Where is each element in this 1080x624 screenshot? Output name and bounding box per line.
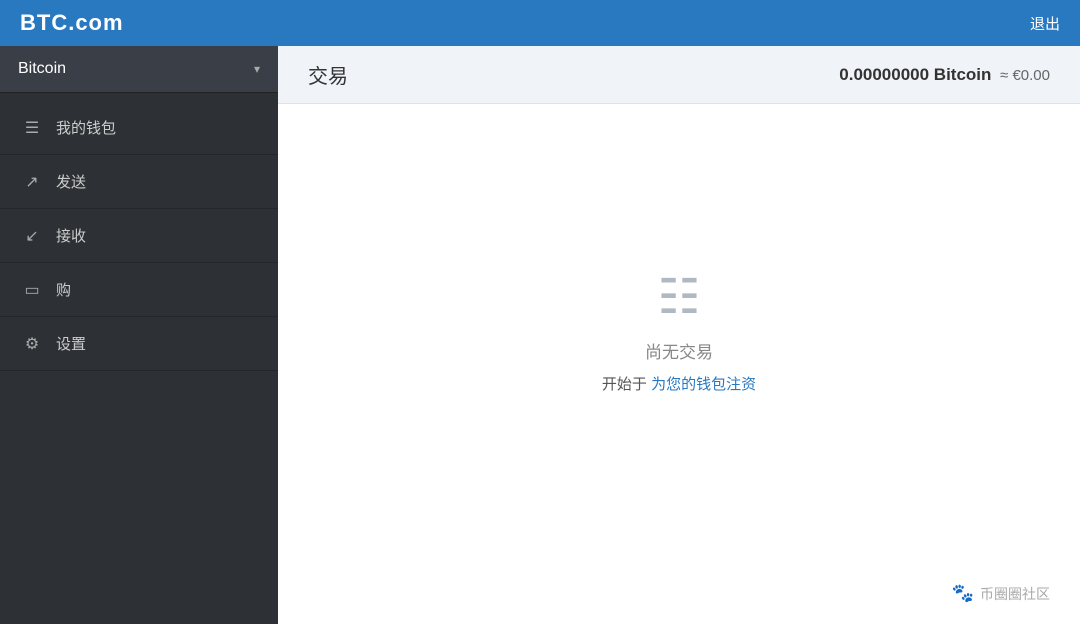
balance-btc: 0.00000000 Bitcoin (839, 65, 991, 84)
watermark: 🐾 币圈圈社区 (952, 583, 1050, 604)
wallet-icon: ☰ (22, 118, 42, 138)
sidebar-item-buy[interactable]: ▭ 购 (0, 263, 278, 317)
empty-message: 尚无交易 (645, 338, 713, 363)
sidebar-item-label: 购 (56, 279, 71, 300)
action-prefix: 开始于 (602, 376, 651, 393)
sidebar-item-label: 设置 (56, 333, 86, 354)
buy-icon: ▭ (22, 280, 42, 300)
sidebar: Bitcoin ▾ ☰ 我的钱包 ↗ 发送 ↙ 接收 ▭ 购 ⚙ (0, 46, 278, 624)
sidebar-item-label: 我的钱包 (56, 117, 116, 138)
sidebar-item-settings[interactable]: ⚙ 设置 (0, 317, 278, 371)
receive-icon: ↙ (22, 226, 42, 246)
watermark-icon: 🐾 (952, 583, 974, 604)
logo: BTC.com (20, 10, 124, 36)
content-area: 交易 0.00000000 Bitcoin ≈ €0.00 ☷ 尚无交易 开始于… (278, 46, 1080, 624)
sidebar-item-label: 发送 (56, 171, 86, 192)
sidebar-item-wallet[interactable]: ☰ 我的钱包 (0, 101, 278, 155)
balance-fiat: €0.00 (1012, 67, 1050, 84)
logout-button[interactable]: 退出 (1030, 13, 1060, 34)
empty-action-text: 开始于 为您的钱包注资 (602, 373, 756, 394)
currency-selector[interactable]: Bitcoin ▾ (0, 46, 278, 93)
balance-display: 0.00000000 Bitcoin ≈ €0.00 (839, 65, 1050, 85)
content-body: ☷ 尚无交易 开始于 为您的钱包注资 (278, 104, 1080, 624)
sidebar-item-send[interactable]: ↗ 发送 (0, 155, 278, 209)
page-title: 交易 (308, 60, 348, 89)
sidebar-nav: ☰ 我的钱包 ↗ 发送 ↙ 接收 ▭ 购 ⚙ 设置 (0, 101, 278, 371)
send-icon: ↗ (22, 172, 42, 192)
currency-label: Bitcoin (18, 60, 66, 78)
settings-icon: ⚙ (22, 334, 42, 354)
top-header: BTC.com 退出 (0, 0, 1080, 46)
chevron-down-icon: ▾ (254, 62, 260, 76)
fund-wallet-link[interactable]: 为您的钱包注资 (651, 376, 756, 393)
sidebar-item-label: 接收 (56, 225, 86, 246)
balance-sep: ≈ (996, 67, 1013, 84)
watermark-text: 币圈圈社区 (980, 584, 1050, 604)
content-header: 交易 0.00000000 Bitcoin ≈ €0.00 (278, 46, 1080, 104)
sidebar-item-receive[interactable]: ↙ 接收 (0, 209, 278, 263)
empty-transactions-icon: ☷ (657, 274, 700, 322)
main-layout: Bitcoin ▾ ☰ 我的钱包 ↗ 发送 ↙ 接收 ▭ 购 ⚙ (0, 46, 1080, 624)
